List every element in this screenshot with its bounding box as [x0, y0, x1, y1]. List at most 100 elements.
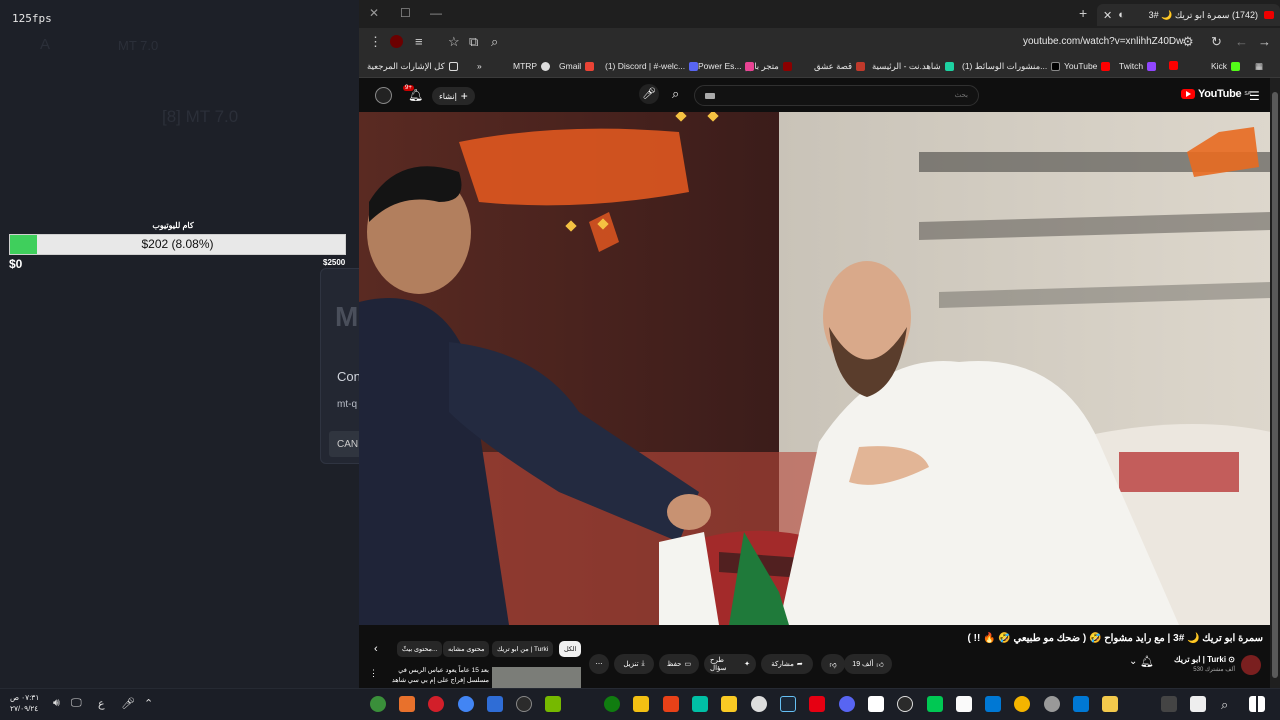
dislike-button[interactable]: 👎︎	[821, 654, 845, 674]
adobe-icon[interactable]	[809, 696, 825, 712]
vpn-icon[interactable]	[927, 696, 943, 712]
clock[interactable]: ٠٧:٣١ ص ٢٧/٠٩/٢٤	[10, 692, 39, 714]
opera-icon[interactable]	[428, 696, 444, 712]
chip-similar[interactable]: محتوى مشابه	[443, 641, 490, 657]
video-frame-image	[359, 112, 1271, 625]
volume-icon[interactable]: 🔊︎	[53, 697, 60, 710]
capcut-icon[interactable]	[868, 696, 884, 712]
nvidia-icon[interactable]	[545, 696, 561, 712]
menu-dots-icon[interactable]: ⋮	[369, 34, 382, 50]
minimize-icon[interactable]: —	[430, 6, 442, 20]
back-icon[interactable]: →	[1258, 34, 1271, 49]
app-yellow-icon[interactable]	[633, 696, 649, 712]
chip-from-channel[interactable]: من ابو تريك | Turki	[492, 641, 554, 657]
chrome-icon[interactable]	[458, 696, 474, 712]
obs-icon[interactable]	[370, 696, 386, 712]
url-field[interactable]: youtube.com/watch?v=xnlihhZ40Dw	[1023, 36, 1183, 47]
channel-avatar[interactable]	[1241, 655, 1261, 675]
bookmark-mtrp[interactable]: MTRP	[513, 61, 551, 71]
zoom-icon[interactable]: ⌕	[491, 34, 498, 50]
bookmark-discord[interactable]: (1) Discord | #-welc...	[605, 61, 699, 71]
bookmark-youtube-icon[interactable]	[1169, 61, 1178, 70]
like-button[interactable]: 19 ألف 👍︎	[844, 654, 892, 674]
app-circle-icon[interactable]	[897, 696, 913, 712]
all-bookmarks-folder[interactable]: كل الإشارات المرجعية	[367, 61, 458, 72]
mic-tray-icon[interactable]: 🎤︎	[121, 697, 135, 710]
chevron-left-icon[interactable]: ‹	[374, 643, 378, 655]
rockstar-icon[interactable]	[721, 696, 737, 712]
mic-icon[interactable]: 🎤︎	[639, 84, 659, 104]
edge-icon[interactable]	[985, 696, 1001, 712]
bookmark-shahid[interactable]: شاهد.نت - الرئيسية	[872, 61, 954, 72]
keyboard-icon[interactable]	[705, 93, 715, 99]
close-tab-icon[interactable]: ✕	[1103, 9, 1112, 22]
channel-name[interactable]: ابو تريك | Turki ⊙	[1149, 655, 1235, 664]
recommendation-thumbnail[interactable]	[492, 667, 581, 688]
download-button[interactable]: تنزيل ⤓	[614, 654, 654, 674]
settings-icon[interactable]	[751, 696, 767, 712]
bookmark-x[interactable]: (1) منشورات الوسائط...	[962, 61, 1061, 72]
video-player[interactable]	[359, 112, 1271, 625]
bookmark-star-icon[interactable]: ☆	[448, 34, 460, 50]
audio-icon[interactable]: ◐	[1118, 9, 1125, 21]
save-button[interactable]: حفظ ▭	[659, 654, 699, 674]
bookmark-twitch[interactable]: Twitch	[1119, 61, 1157, 71]
github-icon[interactable]	[516, 696, 532, 712]
share-label: مشاركة	[771, 661, 794, 668]
subscribe-bell-icon[interactable]: 🔔︎	[1140, 655, 1154, 668]
discord-icon[interactable]	[839, 696, 855, 712]
app-teal-icon[interactable]	[692, 696, 708, 712]
file-icon[interactable]	[956, 696, 972, 712]
create-label: إنشاء	[439, 91, 457, 101]
profile-icon[interactable]	[390, 35, 403, 48]
chevron-down-icon[interactable]: ⌄	[1129, 656, 1137, 667]
create-button[interactable]: إنشاء +	[432, 87, 475, 105]
chip-related[interactable]: محتوى بيثّ...	[397, 641, 443, 657]
apps-grid-icon[interactable]: ▦	[1255, 61, 1263, 72]
bookmark-kick[interactable]: Kick	[1211, 61, 1241, 71]
windows-start-icon[interactable]	[1249, 696, 1265, 712]
gear-app-icon[interactable]	[1044, 696, 1060, 712]
bookmark-power-es[interactable]: Power Es...	[698, 61, 755, 71]
language-indicator[interactable]: ع	[98, 697, 105, 710]
account-avatar[interactable]	[375, 87, 392, 104]
youtube-logo[interactable]: YouTube SA	[1181, 88, 1251, 100]
origin-icon[interactable]	[663, 696, 679, 712]
task-view-icon[interactable]	[1190, 696, 1206, 712]
background-dialog: M Con mt-q CAN	[320, 268, 360, 464]
app-orange-icon[interactable]	[1014, 696, 1030, 712]
more-bookmarks-icon[interactable]: »	[477, 61, 482, 71]
folder-icon[interactable]	[1102, 696, 1118, 712]
dialog-cancel-button[interactable]: CAN	[329, 431, 359, 457]
tray-chevron-icon[interactable]: ⌃	[144, 697, 153, 710]
reading-list-icon[interactable]: ≡	[415, 34, 423, 49]
bookmark-gmail[interactable]: Gmail	[559, 61, 595, 71]
maximize-icon[interactable]: ☐	[400, 6, 411, 20]
xbox-icon[interactable]	[604, 696, 620, 712]
close-window-icon[interactable]: ✕	[369, 6, 379, 20]
search-icon[interactable]: ⌕	[672, 86, 679, 102]
bookmark-qessa[interactable]: قصة عشق	[814, 61, 866, 72]
chip-all[interactable]: الكل	[559, 641, 582, 657]
mail-icon[interactable]	[1073, 696, 1089, 712]
share-button[interactable]: مشاركة ➦	[761, 654, 813, 674]
store-icon[interactable]	[487, 696, 503, 712]
more-actions-button[interactable]: ⋯	[589, 654, 609, 674]
search-input[interactable]: بحث	[694, 85, 979, 106]
reload-icon[interactable]: ↻	[1211, 34, 1222, 50]
extensions-icon[interactable]: ⧉	[469, 34, 478, 50]
chat-icon[interactable]	[1161, 696, 1177, 712]
network-icon[interactable]: 🖵︎	[71, 697, 82, 710]
recommendation-more-icon[interactable]: ⋮	[369, 668, 378, 679]
tab-youtube[interactable]: ✕ ◐ (1742) سمرة ابو تريك 🌙 #3	[1097, 4, 1280, 26]
scrollbar-thumb[interactable]	[1272, 92, 1278, 678]
forward-icon[interactable]: ←	[1235, 34, 1248, 49]
brave-icon[interactable]	[399, 696, 415, 712]
site-settings-icon[interactable]: ⚙	[1182, 34, 1194, 50]
new-tab-icon[interactable]: +	[1079, 5, 1087, 21]
ask-button[interactable]: طرح سؤال ✦	[704, 654, 756, 674]
steam-icon[interactable]	[780, 696, 796, 712]
taskbar-search-icon[interactable]: ⌕	[1221, 697, 1228, 713]
recommendation-title[interactable]: بعد 15 عاماً يعود عباس الريس في مسلسل إف…	[377, 666, 489, 686]
bookmark-youtube[interactable]: YouTube	[1064, 61, 1111, 71]
